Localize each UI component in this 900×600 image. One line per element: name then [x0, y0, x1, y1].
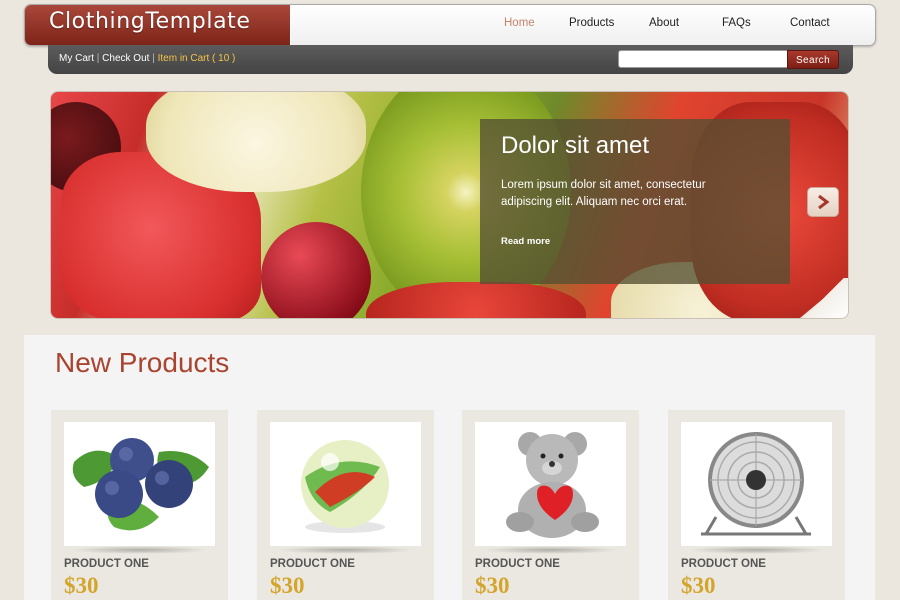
hero-slider: Dolor sit amet Lorem ipsum dolor sit ame…	[50, 91, 849, 319]
product-card[interactable]: PRODUCT ONE $30	[257, 410, 434, 600]
search-button[interactable]: Search	[787, 50, 839, 69]
image-shadow	[277, 546, 414, 554]
separator: |	[152, 53, 155, 64]
cart-links: My Cart | Check Out | Item in Cart ( 10 …	[59, 53, 235, 64]
nav-products[interactable]: Products	[569, 17, 614, 29]
slide-text: Lorem ipsum dolor sit amet, consectetur …	[501, 179, 706, 208]
slide-caption: Dolor sit amet Lorem ipsum dolor sit ame…	[480, 119, 790, 284]
separator: |	[96, 53, 100, 64]
product-price: $30	[64, 573, 99, 598]
new-products-section: New Products PRODUCT ONE $30 PRODUCT ONE…	[24, 335, 875, 600]
slide-title: Dolor sit amet	[501, 132, 650, 159]
logo-text[interactable]: ClothingTemplate	[49, 9, 251, 34]
desk-fan-image[interactable]	[681, 422, 832, 546]
product-name[interactable]: PRODUCT ONE	[681, 558, 766, 570]
chevron-right-icon	[818, 194, 830, 210]
product-name[interactable]: PRODUCT ONE	[64, 558, 149, 570]
product-price: $30	[475, 573, 510, 598]
search-input[interactable]	[618, 50, 790, 68]
nav-contact[interactable]: Contact	[790, 17, 830, 29]
my-cart-link[interactable]: My Cart	[59, 53, 94, 64]
read-more-link[interactable]: Read more	[501, 236, 550, 247]
nav-home[interactable]: Home	[504, 17, 535, 29]
image-shadow	[688, 546, 825, 554]
check-out-link[interactable]: Check Out	[102, 53, 149, 64]
cart-search-bar: My Cart | Check Out | Item in Cart ( 10 …	[48, 45, 853, 74]
logo[interactable]: ClothingTemplate	[25, 5, 291, 45]
product-name[interactable]: PRODUCT ONE	[475, 558, 560, 570]
product-card[interactable]: PRODUCT ONE $30	[668, 410, 845, 600]
product-name[interactable]: PRODUCT ONE	[270, 558, 355, 570]
teddy-bear-image[interactable]	[475, 422, 626, 546]
product-card[interactable]: PRODUCT ONE $30	[462, 410, 639, 600]
item-in-cart-link[interactable]: Item in Cart ( 10 )	[158, 53, 236, 64]
blueberries-image[interactable]	[64, 422, 215, 546]
product-price: $30	[270, 573, 305, 598]
section-title: New Products	[55, 347, 230, 378]
header-bar: ClothingTemplate Home Products About FAQ…	[24, 4, 876, 46]
nav-about[interactable]: About	[649, 17, 679, 29]
page-curl	[800, 278, 848, 318]
image-shadow	[482, 546, 619, 554]
marble-image[interactable]	[270, 422, 421, 546]
image-shadow	[71, 546, 208, 554]
product-price: $30	[681, 573, 716, 598]
nav-faqs[interactable]: FAQs	[722, 17, 751, 29]
product-card[interactable]: PRODUCT ONE $30	[51, 410, 228, 600]
slider-next-button[interactable]	[807, 187, 839, 217]
